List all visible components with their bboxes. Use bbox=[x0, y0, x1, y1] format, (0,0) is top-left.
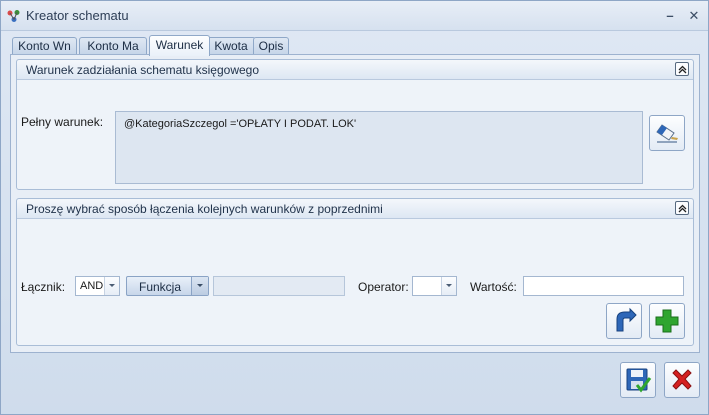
undo-button[interactable] bbox=[606, 303, 642, 339]
tab-konto-ma[interactable]: Konto Ma bbox=[79, 37, 147, 55]
operator-label: Operator: bbox=[358, 280, 409, 294]
cancel-button[interactable] bbox=[664, 362, 700, 398]
value-input[interactable] bbox=[523, 276, 684, 296]
operator-select[interactable] bbox=[412, 276, 457, 296]
add-condition-button[interactable] bbox=[649, 303, 685, 339]
edit-eraser-icon bbox=[656, 124, 678, 143]
save-disk-icon bbox=[626, 368, 652, 393]
condition-group: Warunek zadziałania schematu księgowego … bbox=[16, 59, 694, 190]
edit-condition-button[interactable] bbox=[649, 115, 685, 151]
wizard-window: Kreator schematu – ✕ Konto Wn Konto Ma W… bbox=[0, 0, 709, 415]
chevron-down-icon[interactable] bbox=[441, 277, 456, 295]
join-group-title: Proszę wybrać sposób łączenia kolejnych … bbox=[26, 202, 383, 216]
chevron-down-icon[interactable] bbox=[191, 277, 208, 295]
chevron-double-up-icon[interactable] bbox=[675, 201, 689, 215]
tab-kwota[interactable]: Kwota bbox=[206, 37, 256, 55]
function-button[interactable]: Funkcja bbox=[126, 276, 209, 296]
tab-konto-wn[interactable]: Konto Wn bbox=[12, 37, 77, 55]
connector-select[interactable]: AND bbox=[75, 276, 120, 296]
minimize-button[interactable]: – bbox=[661, 7, 679, 25]
full-condition-label: Pełny warunek: bbox=[21, 115, 104, 129]
connector-label: Łącznik: bbox=[21, 280, 66, 294]
join-group: Proszę wybrać sposób łączenia kolejnych … bbox=[16, 198, 694, 346]
value-label: Wartość: bbox=[470, 280, 517, 294]
app-icon bbox=[7, 10, 20, 22]
connector-value: AND bbox=[80, 280, 104, 292]
condition-group-title: Warunek zadziałania schematu księgowego bbox=[26, 63, 260, 77]
full-condition-field[interactable]: @KategoriaSzczegol ='OPŁATY I PODAT. LOK… bbox=[115, 111, 643, 184]
chevron-double-up-icon[interactable] bbox=[675, 62, 689, 76]
chevron-down-icon[interactable] bbox=[104, 277, 119, 295]
condition-group-header: Warunek zadziałania schematu księgowego bbox=[17, 60, 693, 80]
join-group-header: Proszę wybrać sposób łączenia kolejnych … bbox=[17, 199, 693, 219]
close-button[interactable]: ✕ bbox=[685, 7, 703, 25]
tab-content-panel: Warunek zadziałania schematu księgowego … bbox=[10, 54, 700, 353]
title-bar: Kreator schematu – ✕ bbox=[1, 1, 708, 31]
tab-warunek[interactable]: Warunek bbox=[149, 35, 210, 56]
window-title: Kreator schematu bbox=[26, 8, 129, 23]
cancel-x-icon bbox=[672, 369, 692, 390]
function-field bbox=[213, 276, 345, 296]
save-button[interactable] bbox=[620, 362, 656, 398]
plus-icon bbox=[655, 309, 679, 333]
full-condition-value: @KategoriaSzczegol ='OPŁATY I PODAT. LOK… bbox=[124, 118, 357, 130]
tab-opis[interactable]: Opis bbox=[253, 37, 289, 55]
function-label: Funkcja bbox=[139, 280, 182, 294]
undo-arrow-icon bbox=[616, 307, 637, 332]
